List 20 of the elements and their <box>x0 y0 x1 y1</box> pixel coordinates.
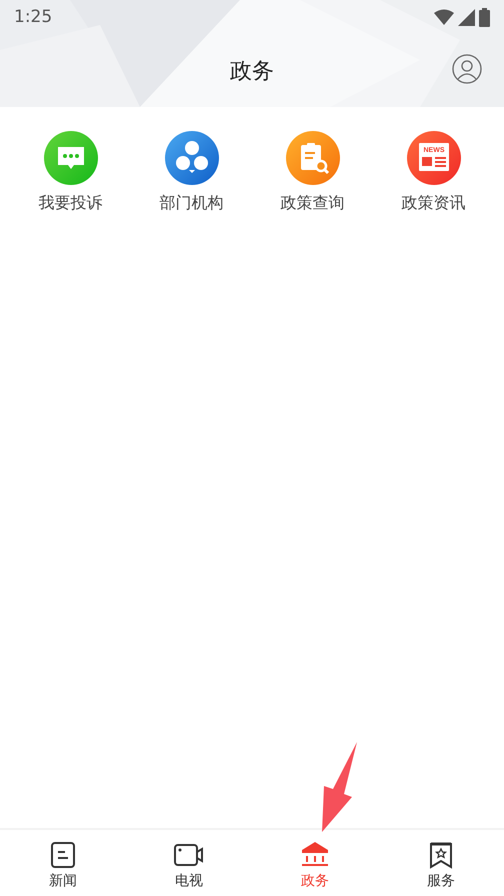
three-circles-icon <box>164 131 218 185</box>
bookmark-star-icon <box>427 840 455 868</box>
service-label[interactable]: 政策查询 <box>280 193 344 214</box>
chat-bubble-icon <box>44 131 98 185</box>
nav-tab[interactable]: 服务 <box>378 830 504 896</box>
signal-icon <box>458 8 475 26</box>
page-title: 政务 <box>230 58 274 86</box>
document-search-icon <box>286 131 340 185</box>
battery-icon <box>479 8 490 26</box>
wifi-icon <box>434 9 454 25</box>
nav-tab[interactable]: 新闻 <box>0 830 126 896</box>
service-label[interactable]: 政策资讯 <box>402 193 466 214</box>
service-label[interactable]: 我要投诉 <box>38 193 102 214</box>
building-icon <box>299 840 331 868</box>
user-profile-icon[interactable] <box>452 54 482 84</box>
nav-tab[interactable]: 政务 <box>252 830 378 896</box>
document-icon <box>49 840 77 868</box>
status-time: 1:25 <box>14 7 52 27</box>
service-label[interactable]: 部门机构 <box>160 193 224 214</box>
nav-tab[interactable]: 电视 <box>126 830 252 896</box>
